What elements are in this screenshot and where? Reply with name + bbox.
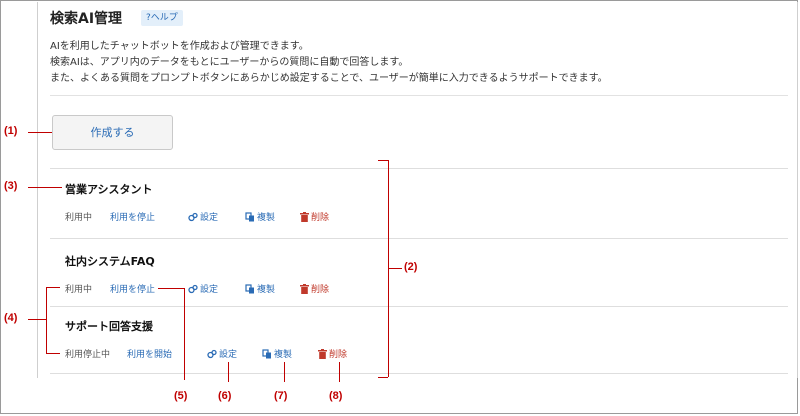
annotation-1-leader: [28, 132, 52, 133]
annotation-2-bracket-top: [378, 160, 388, 161]
create-button[interactable]: 作成する: [52, 115, 173, 150]
gear-icon: [188, 284, 198, 297]
annotation-2-leader: [388, 268, 402, 269]
settings-link[interactable]: 設定: [188, 282, 218, 297]
gear-icon: [207, 349, 217, 362]
annotation-6-leader: [228, 362, 229, 382]
copy-link[interactable]: 複製: [262, 347, 292, 362]
description-line-2: 検索AIは、アプリ内のデータをもとにユーザーからの質問に自動で回答します。: [50, 57, 409, 68]
settings-link[interactable]: 設定: [188, 210, 218, 225]
list-divider: [50, 168, 788, 169]
copy-icon: [262, 349, 272, 362]
delete-link[interactable]: 削除: [300, 282, 329, 297]
toggle-usage-link[interactable]: 利用を開始: [127, 347, 172, 360]
copy-icon: [245, 284, 255, 297]
delete-link[interactable]: 削除: [318, 347, 347, 362]
delete-label: 削除: [311, 285, 330, 295]
annotation-8: (8): [329, 390, 343, 402]
copy-label: 複製: [257, 213, 276, 223]
annotation-2-bracket-bottom: [378, 377, 388, 378]
page-title: 検索AI管理: [50, 11, 123, 27]
toggle-usage-link[interactable]: 利用を停止: [110, 282, 155, 295]
trash-icon: [300, 284, 309, 297]
annotation-5-leader: [184, 288, 185, 380]
bot-name: サポート回答支援: [65, 320, 153, 333]
copy-link[interactable]: 複製: [245, 210, 275, 225]
bot-status: 利用中: [65, 213, 93, 223]
delete-link[interactable]: 削除: [300, 210, 329, 225]
trash-icon: [300, 212, 309, 225]
annotation-1: (1): [4, 125, 18, 137]
bot-status: 利用停止中: [65, 350, 111, 360]
annotation-4: (4): [4, 312, 18, 324]
annotation-6: (6): [218, 390, 232, 402]
copy-link[interactable]: 複製: [245, 282, 275, 297]
description-line-1: AIを利用したチャットボットを作成および管理できます。: [50, 41, 309, 52]
annotation-5-hook: [158, 288, 184, 289]
header-divider: [50, 95, 788, 96]
annotation-7-leader: [284, 362, 285, 382]
trash-icon: [318, 349, 327, 362]
settings-label: 設定: [200, 285, 219, 295]
list-divider: [50, 306, 788, 307]
annotation-7: (7): [274, 390, 288, 402]
annotation-4-bracket-top: [46, 287, 60, 288]
annotation-4-leader: [28, 319, 46, 320]
copy-label: 複製: [257, 285, 276, 295]
bot-status: 利用中: [65, 285, 93, 295]
annotation-2: (2): [404, 261, 418, 273]
annotation-4-bracket: [46, 287, 47, 353]
annotation-3-leader: [28, 187, 62, 188]
copy-label: 複製: [274, 350, 293, 360]
annotation-5: (5): [174, 390, 188, 402]
description-line-3: また、よくある質問をプロンプトボタンにあらかじめ設定することで、ユーザーが簡単に…: [50, 73, 608, 84]
annotation-4-bracket-bottom: [46, 353, 60, 354]
copy-icon: [245, 212, 255, 225]
list-divider: [50, 238, 788, 239]
delete-label: 削除: [311, 213, 330, 223]
bot-name: 営業アシスタント: [65, 183, 153, 196]
annotation-8-leader: [339, 362, 340, 382]
annotation-3: (3): [4, 180, 18, 192]
settings-label: 設定: [200, 213, 219, 223]
help-link[interactable]: ?ヘルプ: [141, 10, 183, 26]
toggle-usage-link[interactable]: 利用を停止: [110, 210, 155, 223]
settings-label: 設定: [219, 350, 238, 360]
delete-label: 削除: [329, 350, 348, 360]
list-divider: [50, 373, 788, 374]
gear-icon: [188, 212, 198, 225]
bot-name: 社内システムFAQ: [65, 255, 155, 268]
settings-link[interactable]: 設定: [207, 347, 237, 362]
